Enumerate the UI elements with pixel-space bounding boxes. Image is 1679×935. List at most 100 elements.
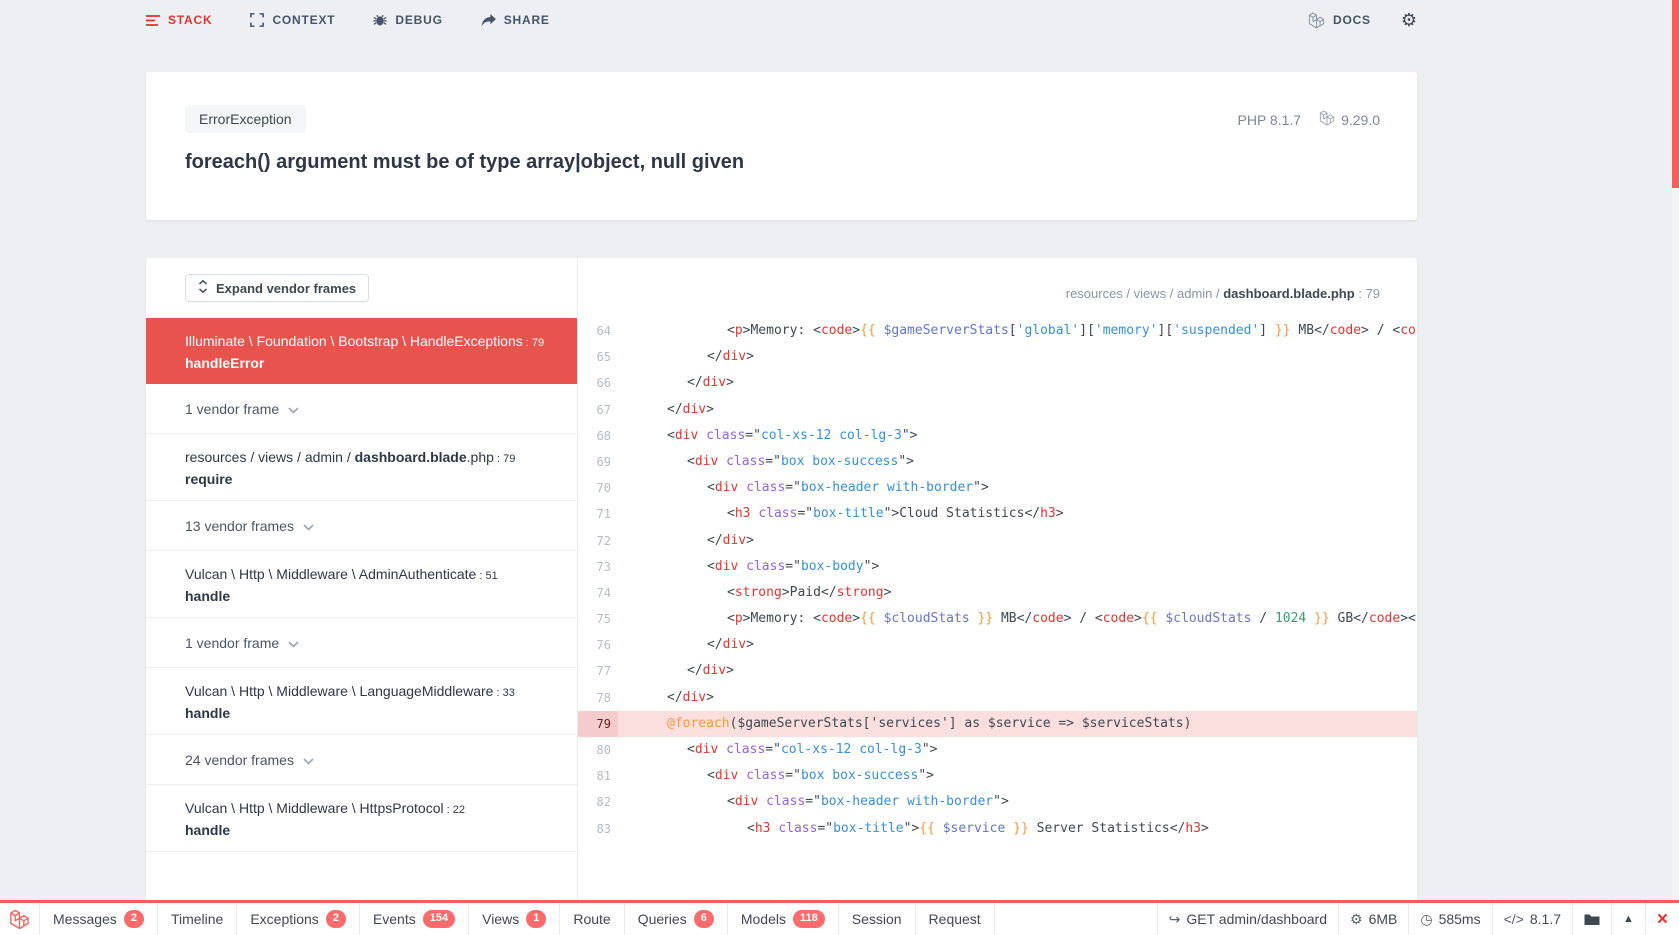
tab-debug[interactable]: DEBUG bbox=[373, 13, 442, 27]
status-route-arrow: ↪ GET admin/dashboard bbox=[1157, 903, 1338, 935]
code-line: 73<div class="box-body"> bbox=[578, 554, 1417, 580]
status-text: 8.1.7 bbox=[1530, 911, 1561, 927]
line-number: 64 bbox=[578, 318, 618, 344]
code-line: 72</div> bbox=[578, 528, 1417, 554]
stack-frame-active[interactable]: Illuminate \ Foundation \ Bootstrap \ Ha… bbox=[146, 318, 577, 384]
expand-vendor-frames-button[interactable]: Expand vendor frames bbox=[185, 274, 369, 302]
tab-context[interactable]: CONTEXT bbox=[250, 13, 335, 27]
vendor-frames-toggle[interactable]: 1 vendor frame bbox=[146, 618, 577, 668]
chevron-down-icon bbox=[288, 635, 299, 651]
stack-trace-card: Expand vendor frames Illuminate \ Founda… bbox=[146, 258, 1417, 935]
stack-frames-sidebar: Expand vendor frames Illuminate \ Founda… bbox=[146, 258, 578, 935]
debugbar-tab-queries[interactable]: Queries6 bbox=[625, 903, 728, 935]
line-code: <div class="box-header with-border"> bbox=[618, 789, 1417, 815]
top-navigation: STACK CONTEXT DEBUG bbox=[0, 0, 1679, 40]
count-badge: 154 bbox=[423, 910, 455, 927]
line-code: </div> bbox=[618, 632, 1417, 658]
frame-path: Vulcan \ Http \ Middleware \ AdminAuthen… bbox=[185, 564, 559, 586]
nav-tabs: STACK CONTEXT DEBUG bbox=[146, 13, 550, 27]
scrollbar-thumb[interactable] bbox=[1672, 0, 1679, 188]
page-scrollbar[interactable] bbox=[1672, 0, 1679, 935]
code-line: 76</div> bbox=[578, 632, 1417, 658]
expand-collapse-icon bbox=[198, 280, 208, 296]
code-line: 69<div class="box box-success"> bbox=[578, 449, 1417, 475]
stack-frame[interactable]: Vulcan \ Http \ Middleware \ AdminAuthen… bbox=[146, 551, 577, 618]
stack-frame[interactable]: Vulcan \ Http \ Middleware \ HttpsProtoc… bbox=[146, 785, 577, 852]
error-message: foreach() argument must be of type array… bbox=[185, 151, 1380, 174]
code-line: 78</div> bbox=[578, 685, 1417, 711]
error-summary-card: ErrorException PHP 8.1.7 9.29.0 foreach(… bbox=[146, 72, 1417, 220]
status-text: GET admin/dashboard bbox=[1186, 911, 1327, 927]
laravel-version: 9.29.0 bbox=[1341, 112, 1380, 128]
frame-path: Illuminate \ Foundation \ Bootstrap \ Ha… bbox=[185, 331, 559, 353]
stack-frame[interactable]: resources / views / admin / dashboard.bl… bbox=[146, 434, 577, 501]
frame-line-number: : 79 bbox=[523, 337, 544, 349]
line-number: 67 bbox=[578, 397, 618, 423]
line-code: <strong>Paid</strong> bbox=[618, 580, 1417, 606]
vendor-frames-label: 24 vendor frames bbox=[185, 752, 294, 768]
code-line: 68<div class="col-xs-12 col-lg-3"> bbox=[578, 423, 1417, 449]
line-code: <p>Memory: <code>{{ $gameServerStats['gl… bbox=[618, 318, 1417, 344]
route-arrow-icon: ↪ bbox=[1169, 911, 1181, 928]
debugbar-tab-request[interactable]: Request bbox=[916, 903, 995, 935]
settings-gear-icon[interactable]: ⚙ bbox=[1401, 11, 1417, 29]
line-number: 79 bbox=[578, 711, 618, 737]
folder-icon[interactable] bbox=[1572, 903, 1611, 935]
caret-up-icon[interactable]: ▲ bbox=[1611, 903, 1645, 935]
code-line: 71<h3 class="box-title">Cloud Statistics… bbox=[578, 501, 1417, 527]
line-code: </div> bbox=[618, 370, 1417, 396]
line-code: <div class="box box-success"> bbox=[618, 449, 1417, 475]
stack-frame[interactable]: Vulcan \ Http \ Middleware \ LanguageMid… bbox=[146, 668, 577, 735]
code-line: 66</div> bbox=[578, 370, 1417, 396]
line-number: 72 bbox=[578, 528, 618, 554]
debugbar-tab-events[interactable]: Events154 bbox=[360, 903, 469, 935]
debugbar-tab-messages[interactable]: Messages2 bbox=[40, 903, 158, 935]
line-code: </div> bbox=[618, 528, 1417, 554]
debugbar-tab-models[interactable]: Models118 bbox=[728, 903, 839, 935]
tab-context-label: CONTEXT bbox=[272, 13, 335, 27]
line-number: 70 bbox=[578, 475, 618, 501]
stack-lines-icon bbox=[146, 14, 160, 27]
code-icon: </> bbox=[1504, 911, 1524, 927]
frame-path: Vulcan \ Http \ Middleware \ HttpsProtoc… bbox=[185, 798, 559, 820]
debugbar-tab-timeline[interactable]: Timeline bbox=[158, 903, 237, 935]
vendor-frames-toggle[interactable]: 13 vendor frames bbox=[146, 501, 577, 551]
frame-method: handle bbox=[185, 588, 559, 604]
code-viewer[interactable]: resources / views / admin / dashboard.bl… bbox=[578, 258, 1417, 935]
debugbar-tab-session[interactable]: Session bbox=[839, 903, 916, 935]
chevron-down-icon bbox=[288, 401, 299, 417]
line-number: 76 bbox=[578, 632, 618, 658]
line-code: </div> bbox=[618, 658, 1417, 684]
laravel-logo-icon bbox=[1308, 12, 1325, 29]
debugbar-tab-exceptions[interactable]: Exceptions2 bbox=[237, 903, 360, 935]
code-line-highlighted: 79@foreach($gameServerStats['services'] … bbox=[578, 711, 1417, 737]
debugbar-tab-route[interactable]: Route bbox=[560, 903, 624, 935]
code-line: 74<strong>Paid</strong> bbox=[578, 580, 1417, 606]
line-code: @foreach($gameServerStats['services'] as… bbox=[618, 711, 1417, 737]
share-arrow-icon bbox=[481, 14, 496, 27]
frame-line-number: : 51 bbox=[476, 570, 497, 582]
line-number: 71 bbox=[578, 501, 618, 527]
line-code: <p>Memory: <code>{{ $cloudStats }} MB</c… bbox=[618, 606, 1417, 632]
debugbar-tab-label: Request bbox=[929, 911, 981, 927]
tab-stack[interactable]: STACK bbox=[146, 13, 212, 27]
debugbar-laravel-icon[interactable] bbox=[0, 903, 40, 935]
line-code: </div> bbox=[618, 344, 1417, 370]
line-number: 81 bbox=[578, 763, 618, 789]
line-code: <div class="box-body"> bbox=[618, 554, 1417, 580]
count-badge: 2 bbox=[124, 910, 144, 927]
vendor-frames-toggle[interactable]: 1 vendor frame bbox=[146, 384, 577, 434]
line-number: 68 bbox=[578, 423, 618, 449]
tab-share[interactable]: SHARE bbox=[481, 13, 550, 27]
close-icon[interactable]: × bbox=[1645, 903, 1679, 935]
line-number: 78 bbox=[578, 685, 618, 711]
debugbar-tab-views[interactable]: Views1 bbox=[469, 903, 560, 935]
count-badge: 6 bbox=[694, 910, 714, 927]
status-memory: ⚙6MB bbox=[1338, 903, 1408, 935]
count-badge: 118 bbox=[793, 910, 825, 927]
vendor-frames-toggle[interactable]: 24 vendor frames bbox=[146, 735, 577, 785]
docs-link[interactable]: DOCS bbox=[1308, 12, 1371, 29]
docs-label: DOCS bbox=[1333, 13, 1371, 27]
status-clock: ◷585ms bbox=[1408, 903, 1491, 935]
status-text: 6MB bbox=[1369, 911, 1398, 927]
